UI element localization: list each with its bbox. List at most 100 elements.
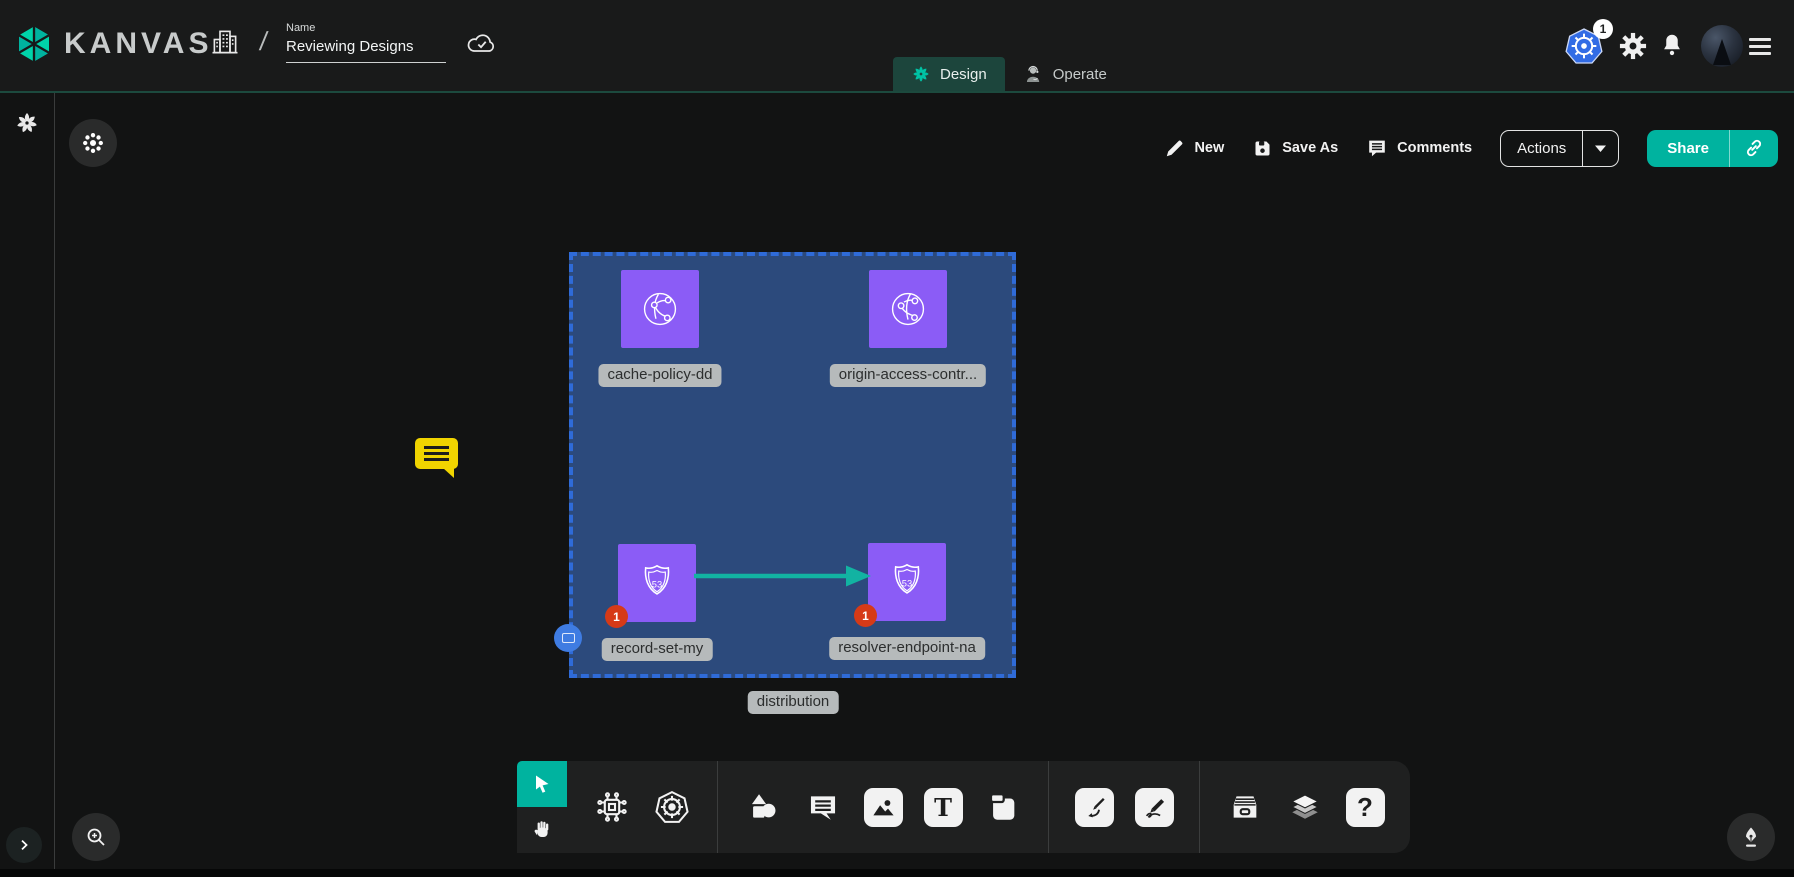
- node-record-set[interactable]: 53: [618, 544, 696, 622]
- new-label: New: [1194, 140, 1224, 156]
- design-name-field: Name: [286, 22, 446, 63]
- pen-mode-button[interactable]: [1727, 813, 1775, 861]
- toolbar-section-annotate: T: [717, 761, 1048, 853]
- layers-tool[interactable]: [1282, 784, 1328, 830]
- header-right-cluster: 1: [1564, 0, 1794, 93]
- left-rail: [0, 93, 55, 877]
- text-tool[interactable]: T: [920, 784, 966, 830]
- group-resize-handle[interactable]: [554, 624, 582, 652]
- meshery-spiral-icon[interactable]: [13, 109, 41, 142]
- expand-sidebar-button[interactable]: [6, 827, 42, 863]
- flower-dots-icon: [80, 130, 106, 156]
- zoom-in-button[interactable]: [72, 813, 120, 861]
- node-label-cache-policy: cache-policy-dd: [598, 364, 721, 387]
- operate-person-icon: [1023, 64, 1044, 85]
- svg-text:53: 53: [652, 579, 662, 589]
- comments-button[interactable]: Comments: [1366, 137, 1472, 159]
- select-cursor-tool[interactable]: [517, 761, 567, 807]
- cloud-saved-icon: [466, 30, 498, 61]
- kanvas-hexagon-icon: [14, 24, 54, 64]
- components-chip-tool[interactable]: [589, 784, 635, 830]
- kanvas-logo[interactable]: KANVAS: [14, 24, 212, 64]
- shapes-tool[interactable]: [740, 784, 786, 830]
- breadcrumb-separator: /: [258, 26, 270, 57]
- top-bar: KANVAS / Name: [0, 0, 1794, 93]
- save-floppy-icon: [1252, 138, 1273, 159]
- cloudfront-globe-icon: [882, 283, 934, 335]
- tab-operate[interactable]: Operate: [1005, 57, 1125, 91]
- pointer-tool-column: [517, 761, 567, 853]
- bottom-toolbar: T: [517, 761, 1410, 853]
- route53-shield-icon: 53: [632, 558, 682, 608]
- actions-dropdown-button[interactable]: Actions: [1500, 130, 1619, 167]
- node-cache-policy[interactable]: [621, 270, 699, 348]
- save-as-button[interactable]: Save As: [1252, 138, 1338, 159]
- name-field-label: Name: [286, 22, 446, 34]
- share-button[interactable]: Share: [1647, 130, 1778, 167]
- image-icon: [870, 794, 897, 821]
- freehand-pen-tool[interactable]: [1131, 784, 1177, 830]
- text-tool-glyph: T: [934, 793, 952, 822]
- design-canvas[interactable]: New Save As Comments Actions: [0, 93, 1794, 877]
- user-avatar[interactable]: [1701, 25, 1743, 67]
- toolbar-section-manage: ?: [1199, 761, 1410, 853]
- tab-design[interactable]: Design: [893, 57, 1005, 91]
- cursor-icon: [530, 772, 554, 796]
- menu-hamburger-icon[interactable]: [1749, 34, 1771, 59]
- toolbar-section-draw: [1048, 761, 1199, 853]
- bottom-edge: [0, 869, 1794, 877]
- actions-label: Actions: [1501, 131, 1582, 166]
- tab-design-label: Design: [940, 66, 987, 83]
- handle-square-icon: [562, 633, 575, 643]
- save-as-label: Save As: [1282, 140, 1338, 156]
- canvas-comment-marker[interactable]: [415, 438, 458, 469]
- pen-squiggle-icon: [1141, 794, 1168, 821]
- edge-record-set-to-resolver[interactable]: [692, 561, 874, 591]
- toolbar-section-infra: [567, 761, 717, 853]
- magnifier-plus-icon: [84, 825, 108, 849]
- organization-icon[interactable]: [210, 26, 240, 63]
- chevron-down-icon[interactable]: [1582, 131, 1618, 166]
- kubernetes-context-button[interactable]: 1: [1564, 26, 1604, 71]
- comments-icon: [1366, 137, 1388, 159]
- mode-tabs: Design Operate: [893, 57, 1125, 91]
- canvas-actions-row: New Save As Comments Actions: [1164, 129, 1778, 167]
- pen-nib-icon: [1739, 824, 1763, 850]
- help-tool[interactable]: ?: [1342, 784, 1388, 830]
- note-tool[interactable]: [980, 784, 1026, 830]
- archive-drawer-tool[interactable]: [1222, 784, 1268, 830]
- bottom-toolbar-main: T: [567, 761, 1410, 853]
- notifications-bell-icon[interactable]: [1659, 30, 1685, 65]
- error-badge[interactable]: 1: [605, 605, 628, 628]
- pan-hand-tool[interactable]: [517, 807, 567, 853]
- node-label-origin-access: origin-access-contr...: [830, 364, 986, 387]
- image-tool[interactable]: [860, 784, 906, 830]
- node-resolver-endpoint[interactable]: 53: [868, 543, 946, 621]
- settings-gear-icon[interactable]: [1617, 30, 1649, 67]
- comments-label: Comments: [1397, 140, 1472, 156]
- node-label-record-set: record-set-my: [602, 638, 713, 661]
- copy-link-icon[interactable]: [1729, 130, 1778, 167]
- route53-shield-icon: 53: [882, 557, 932, 607]
- help-tool-glyph: ?: [1357, 792, 1373, 823]
- design-name-input[interactable]: [286, 36, 446, 63]
- edge-pen-tool[interactable]: [1071, 784, 1117, 830]
- error-badge[interactable]: 1: [854, 604, 877, 627]
- node-label-resolver-endpoint: resolver-endpoint-na: [829, 637, 985, 660]
- group-label-distribution: distribution: [748, 691, 839, 714]
- kanvas-app: KANVAS / Name: [0, 0, 1794, 877]
- kubernetes-wheel-tool[interactable]: [649, 784, 695, 830]
- kubernetes-count-badge: 1: [1593, 19, 1613, 39]
- brand-name: KANVAS: [64, 27, 212, 61]
- tab-operate-label: Operate: [1053, 66, 1107, 83]
- svg-text:53: 53: [902, 578, 912, 588]
- hand-icon: [530, 818, 554, 842]
- chevron-right-icon: [16, 837, 32, 853]
- cloudfront-globe-icon: [634, 283, 686, 335]
- node-origin-access-control[interactable]: [869, 270, 947, 348]
- new-button[interactable]: New: [1164, 138, 1224, 159]
- dock-flower-button[interactable]: [69, 119, 117, 167]
- share-label: Share: [1647, 130, 1729, 167]
- design-spiral-icon: [911, 64, 931, 84]
- comment-tool[interactable]: [800, 784, 846, 830]
